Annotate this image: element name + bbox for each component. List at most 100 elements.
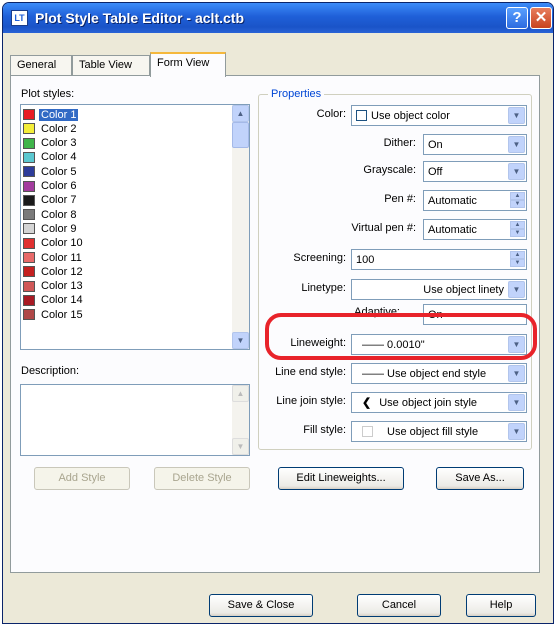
line-join-style-value: Use object join style: [379, 396, 478, 409]
chevron-down-icon[interactable]: ▼: [508, 423, 525, 440]
delete-style-button: Delete Style: [154, 467, 250, 490]
plot-style-item[interactable]: Color 4: [23, 151, 78, 164]
plot-style-item[interactable]: Color 15: [23, 308, 85, 321]
pen-spinner[interactable]: Automatic ▲ ▼: [423, 190, 527, 211]
tab-form-view[interactable]: Form View: [150, 52, 226, 77]
color-swatch-icon: [23, 123, 35, 135]
color-label: Color:: [316, 108, 346, 120]
app-icon: LT: [11, 10, 28, 26]
color-swatch-icon: [23, 237, 35, 249]
pen-value: Automatic: [428, 194, 477, 207]
plot-style-item[interactable]: Color 14: [23, 294, 85, 307]
dither-combo[interactable]: On ▼: [423, 134, 527, 155]
color-swatch-icon: [23, 137, 35, 149]
plot-style-item[interactable]: Color 9: [23, 222, 78, 235]
plot-styles-scrollbar[interactable]: ▲ ▼: [232, 105, 249, 349]
color-swatch-icon: [23, 109, 35, 120]
chevron-down-icon[interactable]: ▼: [508, 107, 525, 124]
chevron-down-icon[interactable]: ▼: [508, 281, 525, 298]
scroll-down-icon[interactable]: ▼: [232, 332, 249, 349]
scroll-up-icon: ▲: [232, 385, 249, 402]
plot-style-item[interactable]: Color 8: [23, 208, 78, 221]
color-swatch-icon: [23, 151, 35, 163]
edit-lineweights-button[interactable]: Edit Lineweights...: [278, 467, 404, 490]
plot-style-label: Color 1: [39, 108, 79, 121]
title-bar[interactable]: LT Plot Style Table Editor - aclt.ctb ? …: [3, 3, 553, 33]
color-swatch-icon: [23, 209, 35, 221]
chevron-down-icon[interactable]: ▼: [508, 394, 525, 411]
line-end-style-combo[interactable]: —— Use object end style ▼: [351, 363, 527, 384]
window-title: Plot Style Table Editor - aclt.ctb: [35, 10, 244, 26]
virtual-pen-value: Automatic: [428, 223, 477, 236]
plot-style-label: Color 13: [41, 280, 83, 293]
linetype-label: Linetype:: [301, 282, 346, 294]
plot-style-item[interactable]: Color 2: [23, 122, 78, 135]
help-button[interactable]: Help: [466, 594, 536, 617]
chevron-down-icon[interactable]: ▼: [508, 163, 525, 180]
fill-swatch-icon: [362, 426, 373, 437]
color-swatch-icon: [23, 266, 35, 278]
plot-styles-label: Plot styles:: [21, 88, 75, 100]
virtual-pen-spinner[interactable]: Automatic ▲ ▼: [423, 219, 527, 240]
plot-style-label: Color 10: [41, 237, 83, 250]
plot-style-item[interactable]: Color 10: [23, 237, 85, 250]
chevron-down-icon[interactable]: ▼: [508, 136, 525, 153]
plot-style-label: Color 3: [41, 137, 77, 150]
color-swatch-icon: [23, 280, 35, 292]
linetype-value: Use object linety: [423, 283, 504, 296]
close-icon[interactable]: ✕: [530, 7, 552, 29]
lineweight-highlight: [265, 313, 537, 360]
plot-style-item[interactable]: Color 7: [23, 194, 78, 207]
plot-style-label: Color 5: [41, 165, 77, 178]
properties-title: Properties: [268, 88, 325, 100]
description-textarea[interactable]: ▲ ▼: [20, 384, 250, 456]
plot-style-item[interactable]: Color 3: [23, 137, 78, 150]
screening-spin-buttons[interactable]: ▲ ▼: [510, 251, 525, 268]
plot-style-item[interactable]: Color 12: [23, 265, 85, 278]
line-end-style-label: Line end style:: [275, 366, 346, 378]
virtual-pen-spin-buttons[interactable]: ▲ ▼: [510, 221, 525, 238]
fill-style-label: Fill style:: [303, 424, 346, 436]
cancel-button[interactable]: Cancel: [357, 594, 441, 617]
tab-general[interactable]: General: [10, 55, 72, 76]
line-join-style-combo[interactable]: ❮ Use object join style ▼: [351, 392, 527, 413]
pen-spin-buttons[interactable]: ▲ ▼: [510, 192, 525, 209]
scroll-up-icon[interactable]: ▲: [232, 105, 249, 122]
dither-value: On: [428, 138, 443, 151]
save-as-button[interactable]: Save As...: [436, 467, 524, 490]
plot-style-label: Color 6: [41, 180, 77, 192]
add-style-button: Add Style: [34, 467, 130, 490]
line-end-style-value: —— Use object end style: [362, 367, 487, 380]
plot-styles-list[interactable]: Color 1 Color 2 Color 3 Color 4 Color 5 Color…: [20, 104, 250, 350]
scroll-thumb[interactable]: [232, 122, 249, 148]
linetype-combo[interactable]: Use object linety ▼: [351, 279, 527, 300]
fill-style-value: Use object fill style: [387, 425, 479, 438]
color-swatch-icon: [23, 294, 35, 306]
plot-style-item[interactable]: Color 5: [23, 165, 78, 178]
screening-label: Screening:: [293, 252, 346, 264]
pen-label: Pen #:: [384, 193, 416, 205]
help-icon[interactable]: ?: [506, 7, 528, 29]
plot-style-label: Color 8: [41, 208, 77, 221]
plot-style-item[interactable]: Color 6: [23, 180, 78, 193]
description-scrollbar: ▲ ▼: [232, 385, 249, 455]
plot-style-item[interactable]: Color 1: [23, 108, 79, 121]
save-close-button[interactable]: Save & Close: [209, 594, 313, 617]
grayscale-combo[interactable]: Off ▼: [423, 161, 527, 182]
plot-style-label: Color 15: [41, 308, 83, 321]
fill-style-combo[interactable]: Use object fill style ▼: [351, 421, 527, 442]
plot-style-item[interactable]: Color 13: [23, 280, 85, 293]
grayscale-label: Grayscale:: [363, 164, 416, 176]
plot-style-label: Color 7: [41, 194, 77, 207]
tab-table-view[interactable]: Table View: [72, 55, 150, 76]
plot-style-item[interactable]: Color 11: [23, 251, 84, 264]
color-swatch-icon: [23, 252, 35, 263]
chevron-down-icon[interactable]: ▼: [508, 365, 525, 382]
description-label: Description:: [21, 365, 80, 377]
color-combo[interactable]: Use object color ▼: [351, 105, 527, 126]
screening-spinner[interactable]: 100 ▲ ▼: [351, 249, 527, 270]
color-swatch-icon: [356, 110, 367, 121]
scroll-down-icon: ▼: [232, 438, 249, 455]
plot-style-label: Color 12: [41, 265, 83, 278]
color-swatch-icon: [23, 180, 35, 192]
